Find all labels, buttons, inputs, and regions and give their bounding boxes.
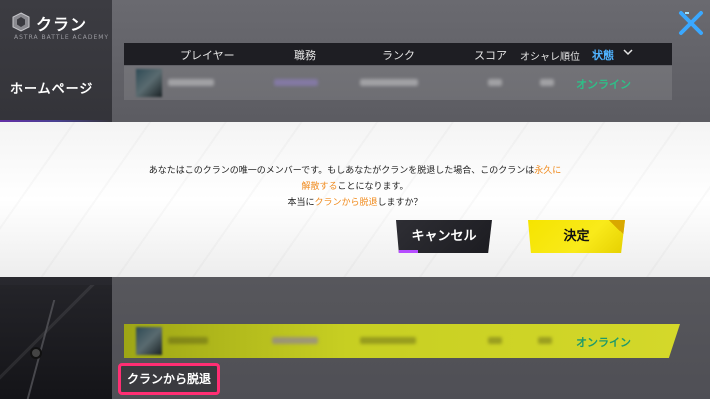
player-name-blurred xyxy=(168,337,208,344)
avatar xyxy=(136,69,162,97)
player-name-blurred xyxy=(168,79,214,86)
column-status[interactable]: 状態 xyxy=(592,47,614,63)
message-text: ことになります。 xyxy=(337,182,409,192)
page-subtitle: ASTRA BATTLE ACADEMY xyxy=(14,34,110,41)
score-blurred xyxy=(488,337,502,344)
column-score[interactable]: スコア xyxy=(474,47,507,63)
home-page-link[interactable]: ホームページ xyxy=(10,78,93,97)
member-table-header: プレイヤー 職務 ランク スコア オシャレ順位 状態 xyxy=(124,43,672,65)
dialog-message: あなたはこのクランの唯一のメンバーです。もしあなたがクランを脱退した場合、このク… xyxy=(60,163,650,211)
table-row[interactable]: オンライン xyxy=(124,324,680,358)
rank-blurred xyxy=(360,79,418,86)
close-icon xyxy=(679,11,703,35)
cancel-button[interactable]: キャンセル xyxy=(396,220,492,253)
fashion-rank-blurred xyxy=(540,79,554,86)
rank-blurred xyxy=(360,337,416,344)
message-text: しますか？ xyxy=(377,198,423,208)
column-rank[interactable]: ランク xyxy=(382,47,415,63)
role-blurred xyxy=(272,337,318,344)
column-fashion-rank[interactable]: オシャレ順位 xyxy=(520,48,580,63)
message-highlight: クランから脱退 xyxy=(314,198,378,208)
table-row[interactable]: オンライン xyxy=(124,66,672,100)
leave-clan-button[interactable]: クランから脱退 xyxy=(118,363,220,395)
clan-emblem-icon xyxy=(12,12,30,32)
column-role[interactable]: 職務 xyxy=(294,47,316,63)
fashion-rank-blurred xyxy=(538,337,552,344)
role-blurred xyxy=(274,79,318,86)
status-badge: オンライン xyxy=(576,78,631,91)
message-text: 本当に xyxy=(287,198,315,208)
score-blurred xyxy=(488,79,502,86)
message-highlight: 解散する xyxy=(301,182,338,192)
close-button[interactable] xyxy=(676,8,706,38)
message-highlight: 永久に xyxy=(534,166,562,176)
avatar xyxy=(136,327,162,355)
page-title: クラン xyxy=(36,15,88,34)
column-player[interactable]: プレイヤー xyxy=(180,47,235,63)
confirm-button[interactable]: 決定 xyxy=(528,220,625,253)
status-badge: オンライン xyxy=(576,336,631,349)
sidebar-dot-icon xyxy=(30,347,42,359)
chevron-down-icon[interactable] xyxy=(622,46,634,61)
message-text: あなたはこのクランの唯一のメンバーです。もしあなたがクランを脱退した場合、このク… xyxy=(148,166,535,176)
